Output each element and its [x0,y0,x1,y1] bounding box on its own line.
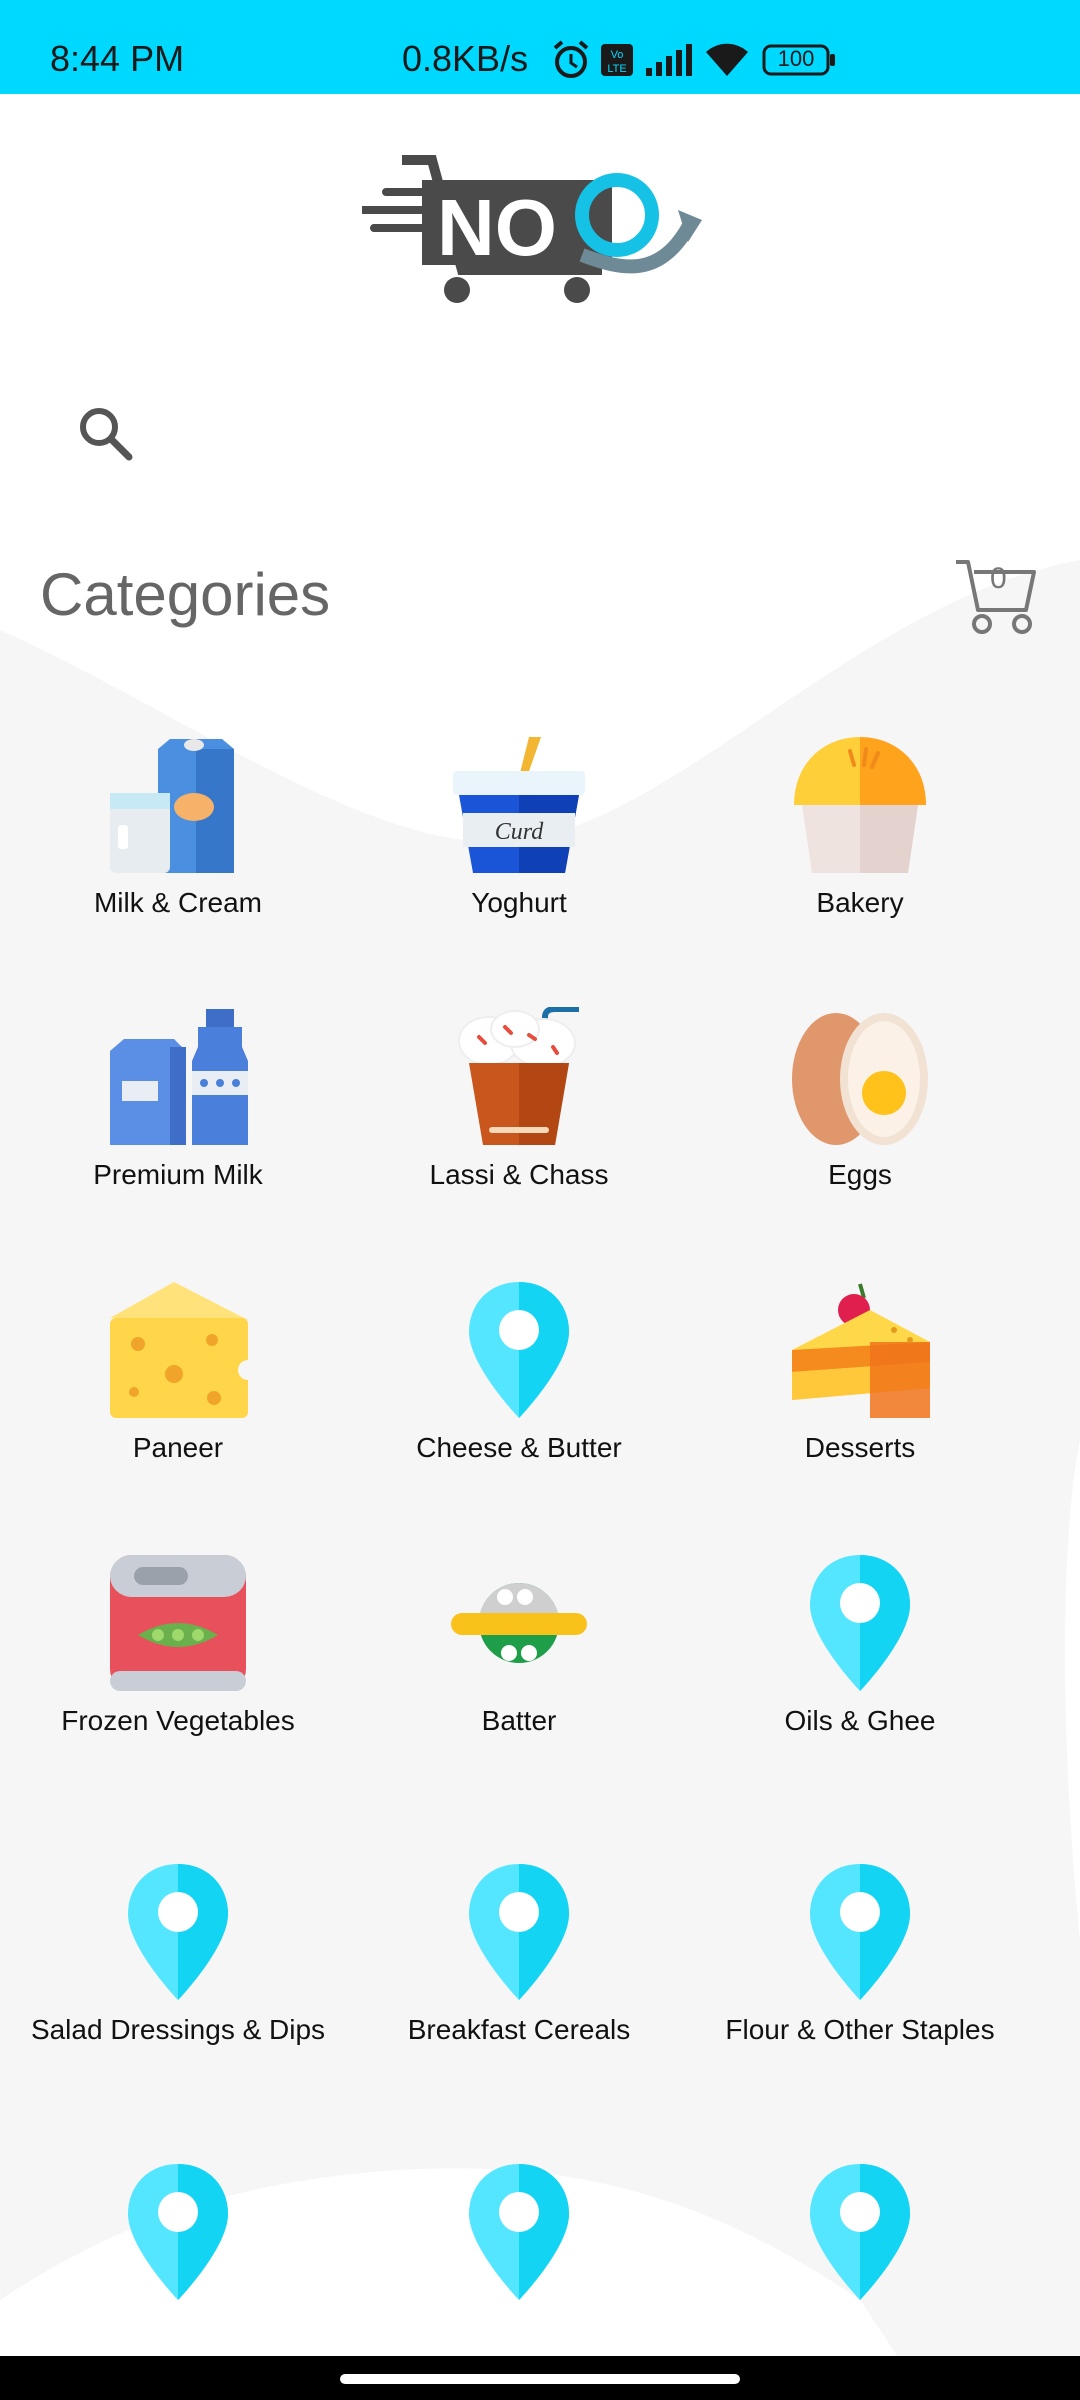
map-pin-icon [810,1555,910,1691]
category-breakfast-cereals[interactable]: Breakfast Cereals [369,1862,669,2092]
milk-cream-icon [110,739,234,873]
svg-text:Curd: Curd [495,819,544,845]
category-bakery[interactable]: Bakery [710,735,1010,965]
app-logo: NO [362,155,702,303]
status-bar: 8:44 PM 0.8KB/s Vo LTE 100 [0,0,1080,94]
map-pin-icon [810,2164,910,2300]
svg-text:Vo: Vo [611,49,624,61]
battery-level: 100 [777,46,815,71]
map-pin-icon [128,2164,228,2300]
category-item[interactable] [369,2162,669,2302]
volte-icon: Vo LTE [601,44,633,76]
svg-text:LTE: LTE [607,63,626,75]
category-label: Milk & Cream [93,887,262,918]
category-label: Breakfast Cereals [407,2014,631,2045]
milk-bottle-icon [110,1009,248,1145]
egg-icon [792,1013,928,1145]
category-label: Salad Dressings & Dips [30,2014,326,2045]
map-pin-icon [810,1864,910,2000]
map-pin-icon [469,1864,569,2000]
category-label: Bakery [816,887,904,918]
alarm-icon [553,40,589,78]
map-pin-icon [469,2164,569,2300]
batter-packet-icon [451,1583,587,1663]
category-lassi-chass[interactable]: Lassi & Chass [369,1007,669,1237]
cake-slice-icon [792,1283,930,1418]
category-label: Frozen Vegetables [61,1705,295,1736]
search-icon[interactable] [76,404,136,464]
status-time: 8:44 PM [50,38,185,79]
wifi-icon [706,43,748,76]
category-label: Oils & Ghee [784,1705,936,1736]
category-premium-milk[interactable]: Premium Milk [28,1007,328,1237]
peas-can-icon [110,1555,246,1691]
category-oils-ghee[interactable]: Oils & Ghee [710,1553,1010,1783]
cheese-block-icon [110,1282,248,1418]
category-label: Paneer [132,1432,224,1463]
category-paneer[interactable]: Paneer [28,1280,328,1510]
svg-text:NO: NO [437,183,557,272]
category-yoghurt[interactable]: Curd Yoghurt [369,735,669,965]
cart-count: 0 [990,562,1007,595]
category-label: Batter [481,1705,557,1736]
curd-cup-icon: Curd [453,737,585,873]
muffin-icon [794,737,926,873]
category-label: Cheese & Butter [416,1432,622,1463]
category-item[interactable] [710,2162,1010,2302]
category-label: Lassi & Chass [429,1159,609,1190]
network-speed: 0.8KB/s [402,38,529,79]
category-milk-cream[interactable]: Milk & Cream [28,735,328,965]
category-desserts[interactable]: Desserts [710,1280,1010,1510]
category-label: Eggs [828,1159,892,1190]
lassi-glass-icon [458,1007,579,1145]
category-label: Desserts [804,1432,916,1463]
category-label: Yoghurt [471,887,567,918]
category-label: Flour & Other Staples [725,2014,995,2045]
categories-title: Categories [40,561,331,628]
map-pin-icon [128,1864,228,2000]
home-gesture-handle[interactable] [340,2374,740,2384]
category-item[interactable] [28,2162,328,2302]
category-cheese-butter[interactable]: Cheese & Butter [369,1280,669,1510]
category-frozen-vegetables[interactable]: Frozen Vegetables [28,1553,328,1783]
map-pin-icon [469,1282,569,1418]
category-flour-staples[interactable]: Flour & Other Staples [710,1862,1010,2092]
category-eggs[interactable]: Eggs [710,1007,1010,1237]
category-salad-dressings[interactable]: Salad Dressings & Dips [28,1862,328,2092]
signal-icon [646,44,692,76]
category-label: Premium Milk [93,1159,263,1190]
category-batter[interactable]: Batter [369,1553,669,1783]
